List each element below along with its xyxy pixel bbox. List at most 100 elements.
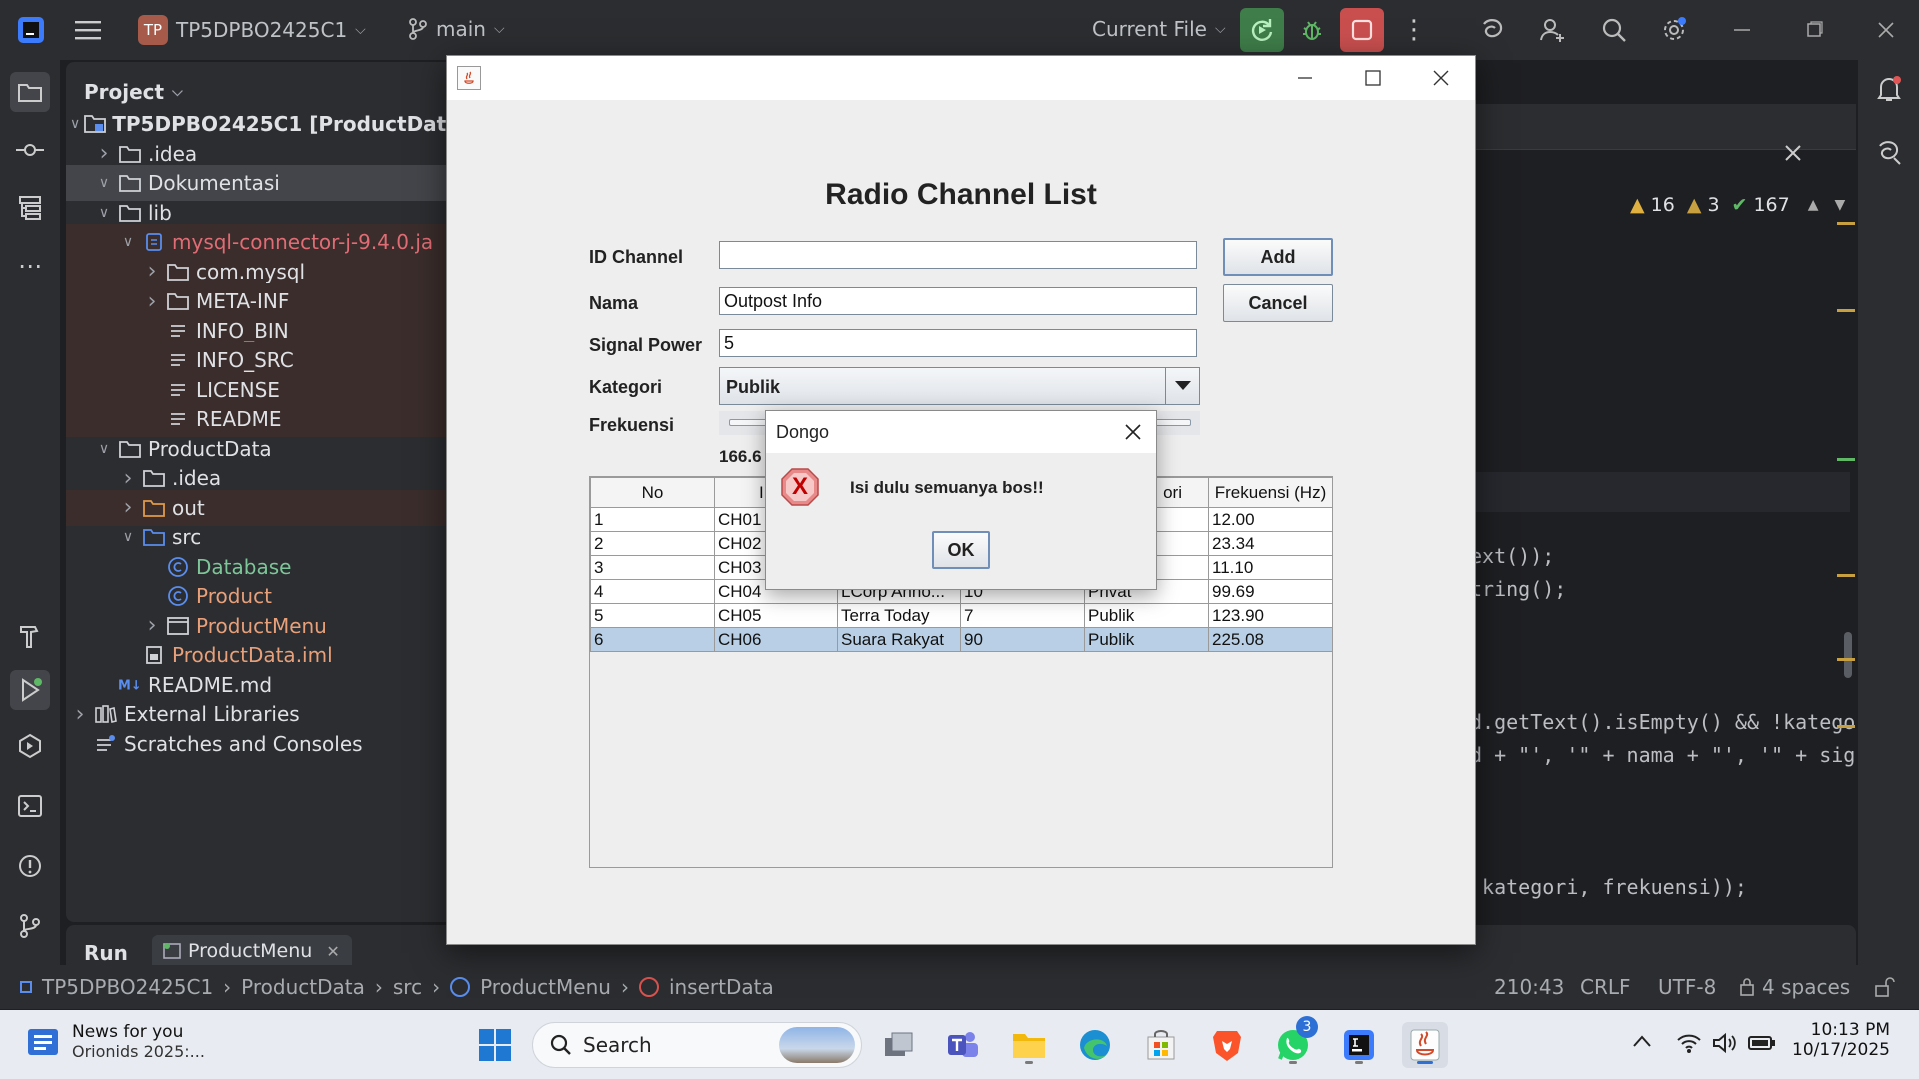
table-cell[interactable]: CH05 [714,603,838,628]
dropdown-arrow-icon[interactable] [1165,368,1199,404]
table-cell[interactable]: CH06 [714,627,838,652]
tree-item[interactable]: Scratches and Consoles [66,726,456,762]
breadcrumb-item[interactable]: ProductData [241,975,365,999]
chevron-down-icon[interactable]: ∨ [94,205,114,221]
table-cell[interactable]: 6 [590,627,715,652]
teams-icon[interactable] [940,1022,986,1068]
table-row[interactable]: 6 CH06 Suara Rakyat 90 Publik 225.08 [590,627,1333,652]
file-encoding[interactable]: UTF-8 [1658,975,1716,999]
chevron-down-icon[interactable]: ▼ [1835,197,1846,213]
chevron-right-icon[interactable]: › [142,289,162,314]
cancel-button[interactable]: Cancel [1223,284,1333,322]
close-tab-icon[interactable]: ✕ [326,942,339,961]
table-cell[interactable]: 123.90 [1208,603,1333,628]
taskbar-search-box[interactable]: Search [532,1022,862,1068]
table-cell[interactable]: 3 [590,555,715,580]
caret-position[interactable]: 210:43 [1494,975,1564,999]
table-cell[interactable]: Publik [1084,603,1209,628]
id-channel-input[interactable] [719,241,1197,269]
table-cell[interactable]: 7 [960,603,1085,628]
table-cell[interactable]: 90 [960,627,1085,652]
run-tool-icon[interactable] [10,670,50,710]
run-config-selector[interactable]: Current File ⌵ [1092,17,1226,41]
system-clock[interactable]: 10:13 PM 10/17/2025 [1790,1020,1890,1060]
close-tab-icon[interactable] [1782,142,1804,164]
inspection-widget[interactable]: ▲ 16 ▲ 3 ✔ 167 ▲ ▼ [1630,194,1845,216]
table-cell[interactable]: 1 [590,507,715,532]
task-view-icon[interactable] [876,1022,922,1068]
terminal-tool-icon[interactable] [10,786,50,826]
file-explorer-icon[interactable] [1006,1022,1052,1068]
edge-browser-icon[interactable] [1072,1022,1118,1068]
close-window-icon[interactable] [1874,18,1898,42]
nama-input[interactable]: Outpost Info [719,287,1197,315]
git-tool-icon[interactable] [10,906,50,946]
chevron-right-icon[interactable]: › [118,466,138,491]
app-minimize-button[interactable] [1271,56,1339,100]
app-close-button[interactable] [1407,56,1475,100]
chevron-right-icon[interactable]: › [142,259,162,284]
branch-switcher[interactable]: main ⌵ [408,17,505,41]
app-maximize-button[interactable] [1339,56,1407,100]
stop-button[interactable] [1340,8,1384,52]
show-hidden-icons-chevron[interactable] [1632,1034,1652,1048]
table-cell[interactable]: 225.08 [1208,627,1333,652]
news-widget[interactable]: News for you Orionids 2025:... [26,1022,205,1061]
table-cell[interactable]: 4 [590,579,715,604]
microsoft-store-icon[interactable] [1138,1022,1184,1068]
breadcrumb-item[interactable]: insertData [669,975,774,999]
chevron-right-icon[interactable]: › [118,495,138,520]
more-tools-icon[interactable]: ⋯ [10,246,50,286]
debug-button[interactable] [1290,8,1334,52]
table-cell[interactable]: 11.10 [1208,555,1333,580]
run-tab-productmenu[interactable]: ProductMenu ✕ [152,935,352,967]
dialog-ok-button[interactable]: OK [932,531,990,569]
table-cell[interactable]: Terra Today [837,603,961,628]
intellij-taskbar-icon[interactable] [1336,1022,1382,1068]
breadcrumb-item[interactable]: src [393,975,422,999]
code-editor[interactable]: ▲ 16 ▲ 3 ✔ 167 ▲ ▼ ext()); tring(); d.getTe… [1470,62,1856,922]
chevron-up-icon[interactable]: ▲ [1808,197,1819,213]
dialog-close-button[interactable] [1122,421,1144,443]
column-header[interactable]: No [590,477,715,508]
breadcrumb-item[interactable]: TP5DPBO2425C1 [42,975,213,999]
table-cell[interactable]: Publik [1084,627,1209,652]
more-actions-icon[interactable]: ⋮ [1392,8,1436,52]
settings-gear-icon[interactable] [1652,8,1696,52]
brave-browser-icon[interactable] [1204,1022,1250,1068]
chevron-right-icon[interactable]: › [70,702,90,727]
read-only-toggle-icon[interactable] [1874,977,1896,997]
add-user-icon[interactable] [1530,8,1574,52]
volume-icon[interactable] [1712,1032,1738,1054]
build-hammer-icon[interactable] [10,616,50,656]
chevron-right-icon[interactable]: › [142,613,162,638]
problems-tool-icon[interactable] [10,846,50,886]
line-separator[interactable]: CRLF [1580,975,1631,999]
search-icon[interactable] [1592,8,1636,52]
editor-scrollbar-thumb[interactable] [1844,632,1852,678]
chevron-down-icon[interactable]: ∨ [94,441,114,457]
signal-power-input[interactable]: 5 [719,329,1197,357]
table-cell[interactable]: 5 [590,603,715,628]
structure-tool-icon[interactable] [10,188,50,228]
notifications-bell-icon[interactable] [1874,74,1904,104]
ai-chat-icon[interactable] [1874,138,1904,168]
chevron-down-icon[interactable]: ∨ [118,234,138,250]
whatsapp-icon[interactable]: 3 [1270,1016,1318,1068]
battery-icon[interactable] [1748,1034,1776,1052]
project-tool-icon[interactable] [10,72,50,112]
table-cell[interactable]: 2 [590,531,715,556]
indent-setting[interactable]: 4 spaces [1738,975,1850,999]
commit-tool-icon[interactable] [10,130,50,170]
chevron-down-icon[interactable]: ∨ [70,116,80,132]
table-cell[interactable]: 23.34 [1208,531,1333,556]
rerun-button[interactable] [1240,8,1284,52]
wifi-icon[interactable] [1676,1032,1702,1054]
chevron-down-icon[interactable]: ∨ [118,529,138,545]
project-switcher[interactable]: TP TP5DPBO2425C1 ⌵ [138,15,366,45]
intellij-logo-icon[interactable] [16,15,46,45]
table-cell[interactable]: Suara Rakyat [837,627,961,652]
minimize-window-icon[interactable] [1730,18,1754,42]
project-panel-header[interactable]: Project ⌵ [84,80,183,104]
java-app-taskbar-icon[interactable] [1402,1022,1448,1068]
